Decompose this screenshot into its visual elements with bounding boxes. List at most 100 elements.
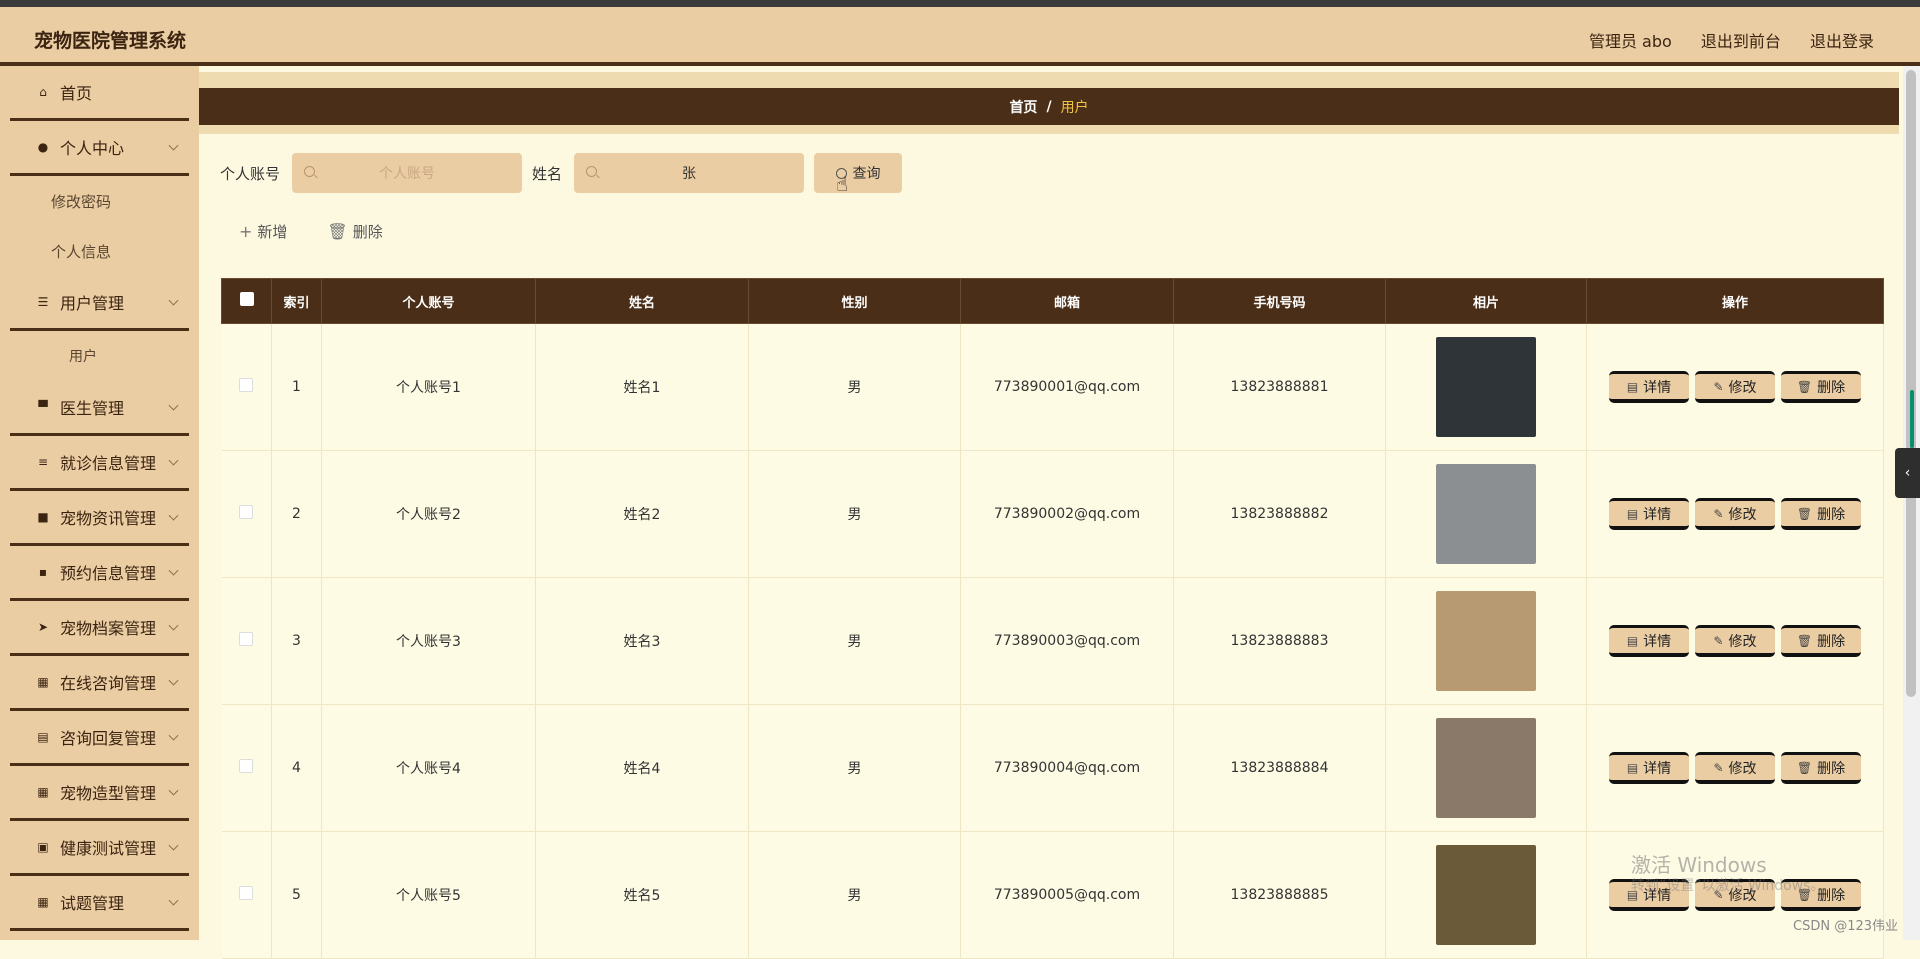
add-button[interactable]: + 新增 bbox=[239, 221, 287, 242]
edit-button[interactable]: ✎ 修改 bbox=[1695, 371, 1775, 403]
clipboard-x-icon: ▣ bbox=[37, 840, 49, 854]
detail-button[interactable]: ▤ 详情 bbox=[1609, 498, 1689, 530]
query-button[interactable]: 查询 bbox=[814, 153, 903, 193]
cell-account: 个人账号3 bbox=[321, 577, 536, 705]
sidebar-subitem[interactable]: 个人信息 bbox=[0, 226, 199, 276]
sidebar-menu-item[interactable]: ▤ 咨询回复管理 bbox=[10, 711, 189, 766]
detail-button[interactable]: ▤ 详情 bbox=[1609, 371, 1689, 403]
user-photo[interactable] bbox=[1436, 718, 1536, 818]
sidebar-item-label: 宠物资讯管理 bbox=[60, 509, 157, 528]
detail-label: 详情 bbox=[1643, 760, 1672, 777]
select-all-checkbox-cell[interactable] bbox=[221, 278, 272, 324]
delete-button[interactable]: 🗑 删除 bbox=[1781, 752, 1861, 784]
cell-phone: 13823888881 bbox=[1173, 323, 1386, 451]
select-all-checkbox[interactable] bbox=[239, 292, 254, 306]
cell-operations: ▤ 详情 ✎ 修改 🗑 删除 bbox=[1586, 450, 1884, 578]
row-checkbox-cell[interactable] bbox=[221, 704, 272, 832]
cell-email: 773890003@qq.com bbox=[960, 577, 1174, 705]
row-checkbox[interactable] bbox=[239, 505, 254, 519]
cell-phone: 13823888885 bbox=[1173, 831, 1386, 959]
cell-account: 个人账号1 bbox=[321, 323, 536, 451]
delete-label: 删除 bbox=[1817, 760, 1846, 777]
sidebar-item-label: 用户管理 bbox=[60, 294, 125, 313]
column-header: 索引 bbox=[271, 278, 322, 324]
sidebar-subitem[interactable]: 修改密码 bbox=[0, 176, 199, 226]
delete-button[interactable]: 🗑 删除 bbox=[1781, 371, 1861, 403]
bulk-delete-label: 删除 bbox=[352, 223, 383, 241]
name-search-input[interactable]: 张 bbox=[574, 153, 805, 193]
row-checkbox-cell[interactable] bbox=[221, 831, 272, 959]
breadcrumb-home[interactable]: 首页 bbox=[1009, 97, 1037, 117]
chevron-down-icon bbox=[168, 840, 179, 851]
sidebar-menu-item[interactable]: ≡ 就诊信息管理 bbox=[10, 436, 189, 491]
row-checkbox[interactable] bbox=[239, 886, 254, 900]
row-checkbox[interactable] bbox=[239, 378, 254, 392]
sidebar-menu-item[interactable]: ▣ 健康测试管理 bbox=[10, 821, 189, 876]
row-checkbox[interactable] bbox=[239, 632, 254, 646]
chevron-down-icon bbox=[168, 295, 179, 306]
document-icon: ▤ bbox=[1626, 633, 1639, 648]
header-nav: 管理员 abo 退出到前台 退出登录 bbox=[1565, 28, 1874, 52]
user-photo[interactable] bbox=[1436, 464, 1536, 564]
chevron-down-icon bbox=[168, 895, 179, 906]
sliders-icon: ≡ bbox=[37, 455, 49, 469]
sidebar-menu-item[interactable]: ▦ 宠物造型管理 bbox=[10, 766, 189, 821]
chevron-left-icon: ‹ bbox=[1904, 465, 1911, 481]
cell-index: 2 bbox=[271, 450, 322, 578]
cell-gender: 男 bbox=[748, 704, 961, 832]
edit-button[interactable]: ✎ 修改 bbox=[1695, 752, 1775, 784]
sidebar-menu-item[interactable]: ⌂ 首页 bbox=[10, 66, 189, 121]
column-header: 姓名 bbox=[535, 278, 749, 324]
sidebar-menu-item[interactable]: ▦ 试题管理 bbox=[10, 876, 189, 931]
row-checkbox-cell[interactable] bbox=[221, 450, 272, 578]
toolbar-actions: + 新增 🗑 删除 bbox=[239, 221, 423, 242]
sidebar-menu-item[interactable]: ☰ 用户管理 bbox=[10, 276, 189, 331]
user-photo[interactable] bbox=[1436, 337, 1536, 437]
sidebar-menu-item[interactable]: ➤ 宠物档案管理 bbox=[10, 601, 189, 656]
cell-account: 个人账号2 bbox=[321, 450, 536, 578]
edit-button[interactable]: ✎ 修改 bbox=[1695, 625, 1775, 657]
sidebar-menu-item[interactable]: ▀ 医生管理 bbox=[10, 381, 189, 436]
sidebar-item-label: 宠物档案管理 bbox=[60, 619, 157, 638]
account-search-input[interactable]: 个人账号 bbox=[292, 153, 523, 193]
user-photo[interactable] bbox=[1436, 845, 1536, 945]
row-checkbox-cell[interactable] bbox=[221, 577, 272, 705]
name-search-value: 张 bbox=[682, 166, 697, 182]
name-search-label: 姓名 bbox=[532, 164, 563, 183]
edit-label: 修改 bbox=[1728, 379, 1757, 396]
delete-button[interactable]: 🗑 删除 bbox=[1781, 625, 1861, 657]
column-header: 性别 bbox=[748, 278, 961, 324]
sidebar-menu-item[interactable]: ▪ 预约信息管理 bbox=[10, 546, 189, 601]
cell-account: 个人账号4 bbox=[321, 704, 536, 832]
sidebar-menu-item[interactable]: ▦ 在线咨询管理 bbox=[10, 656, 189, 711]
row-checkbox[interactable] bbox=[239, 759, 254, 773]
cell-email: 773890002@qq.com bbox=[960, 450, 1174, 578]
pencil-icon: ✎ bbox=[1713, 760, 1724, 775]
detail-label: 详情 bbox=[1643, 379, 1672, 396]
scrollbar-thumb[interactable] bbox=[1906, 70, 1916, 697]
edit-button[interactable]: ✎ 修改 bbox=[1695, 498, 1775, 530]
cell-operations: ▤ 详情 ✎ 修改 🗑 删除 bbox=[1586, 577, 1884, 705]
exit-to-front-link[interactable]: 退出到前台 bbox=[1701, 32, 1781, 51]
column-header: 邮箱 bbox=[960, 278, 1174, 324]
plus-icon: + bbox=[239, 222, 253, 241]
column-header: 个人账号 bbox=[321, 278, 536, 324]
cell-photo bbox=[1385, 831, 1587, 959]
breadcrumb: 首页 / 用户 bbox=[199, 88, 1899, 125]
cell-photo bbox=[1385, 577, 1587, 705]
delete-button[interactable]: 🗑 删除 bbox=[1781, 498, 1861, 530]
logout-link[interactable]: 退出登录 bbox=[1810, 32, 1874, 51]
chevron-down-icon bbox=[168, 620, 179, 631]
sidebar-item-label: 咨询回复管理 bbox=[60, 729, 157, 748]
sidebar-menu-item[interactable]: ■ 宠物资讯管理 bbox=[10, 491, 189, 546]
row-checkbox-cell[interactable] bbox=[221, 323, 272, 451]
sidebar-menu-item[interactable]: ● 个人中心 bbox=[10, 121, 189, 176]
chevron-down-icon bbox=[168, 785, 179, 796]
sidebar-subitem[interactable]: 用户 bbox=[0, 331, 199, 381]
cell-name: 姓名1 bbox=[535, 323, 749, 451]
detail-button[interactable]: ▤ 详情 bbox=[1609, 752, 1689, 784]
bulk-delete-button[interactable]: 🗑 删除 bbox=[327, 221, 382, 242]
detail-button[interactable]: ▤ 详情 bbox=[1609, 625, 1689, 657]
user-photo[interactable] bbox=[1436, 591, 1536, 691]
collapse-panel-button[interactable]: ‹ bbox=[1895, 448, 1920, 498]
